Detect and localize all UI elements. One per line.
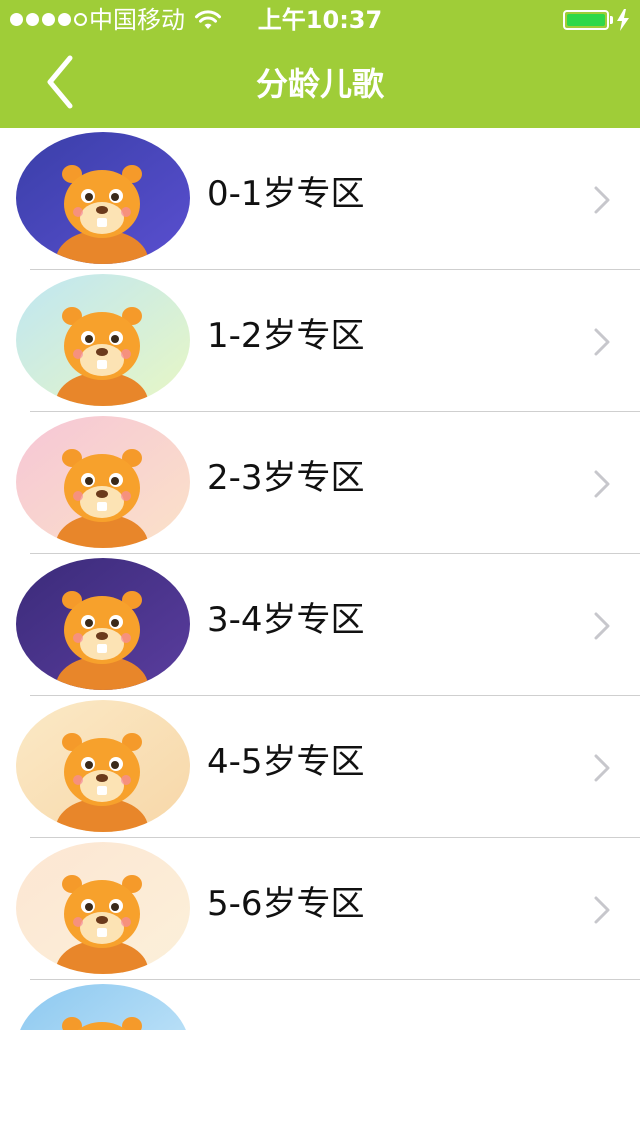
list-item-label: 3-4岁专区	[207, 600, 365, 640]
list-item-age-0[interactable]: 0-1岁专区	[0, 128, 640, 270]
list-item-age-3[interactable]: 3-4岁专区	[0, 554, 640, 696]
list-item-age-2[interactable]: 2-3岁专区	[0, 412, 640, 554]
chevron-right-icon	[590, 466, 614, 502]
battery-level	[567, 14, 605, 26]
list-item-label: 5-6岁专区	[207, 884, 365, 924]
page-title: 分龄儿歌	[255, 65, 384, 103]
status-bar: 中国移动 上午10:37	[0, 0, 640, 40]
list-item-age-5[interactable]: 5-6岁专区	[0, 838, 640, 980]
age-group-list: 0-1岁专区 1-2岁专区 2-3岁专区 3-4岁专区 4-5岁专区 5-6岁专…	[0, 128, 640, 1030]
beaver-thumbnail	[16, 984, 190, 1030]
list-item-age-1[interactable]: 1-2岁专区	[0, 270, 640, 412]
charging-icon	[617, 9, 629, 31]
list-item-label: 1-2岁专区	[207, 316, 365, 356]
nav-bar: 分龄儿歌	[0, 40, 640, 128]
chevron-right-icon	[590, 182, 614, 218]
list-item-label: 4-5岁专区	[207, 742, 365, 782]
list-item-age-6[interactable]	[0, 980, 640, 1030]
beaver-thumbnail	[16, 416, 190, 548]
chevron-right-icon	[590, 608, 614, 644]
chevron-right-icon	[590, 324, 614, 360]
chevron-right-icon	[590, 892, 614, 928]
beaver-thumbnail	[16, 700, 190, 832]
battery-icon	[563, 10, 609, 30]
beaver-thumbnail	[16, 558, 190, 690]
beaver-thumbnail	[16, 132, 190, 264]
top-bar: 中国移动 上午10:37 分龄儿歌	[0, 0, 640, 128]
battery-tip	[610, 16, 613, 24]
beaver-thumbnail	[16, 842, 190, 974]
chevron-right-icon	[590, 750, 614, 786]
status-time: 上午10:37	[257, 6, 383, 34]
list-item-label: 2-3岁专区	[207, 458, 365, 498]
screen: 中国移动 上午10:37 分龄儿歌 0-1岁专区 1-2岁专区 2-3岁专区 3…	[0, 0, 640, 1136]
list-item-age-4[interactable]: 4-5岁专区	[0, 696, 640, 838]
beaver-thumbnail	[16, 274, 190, 406]
list-item-label: 0-1岁专区	[207, 174, 365, 214]
